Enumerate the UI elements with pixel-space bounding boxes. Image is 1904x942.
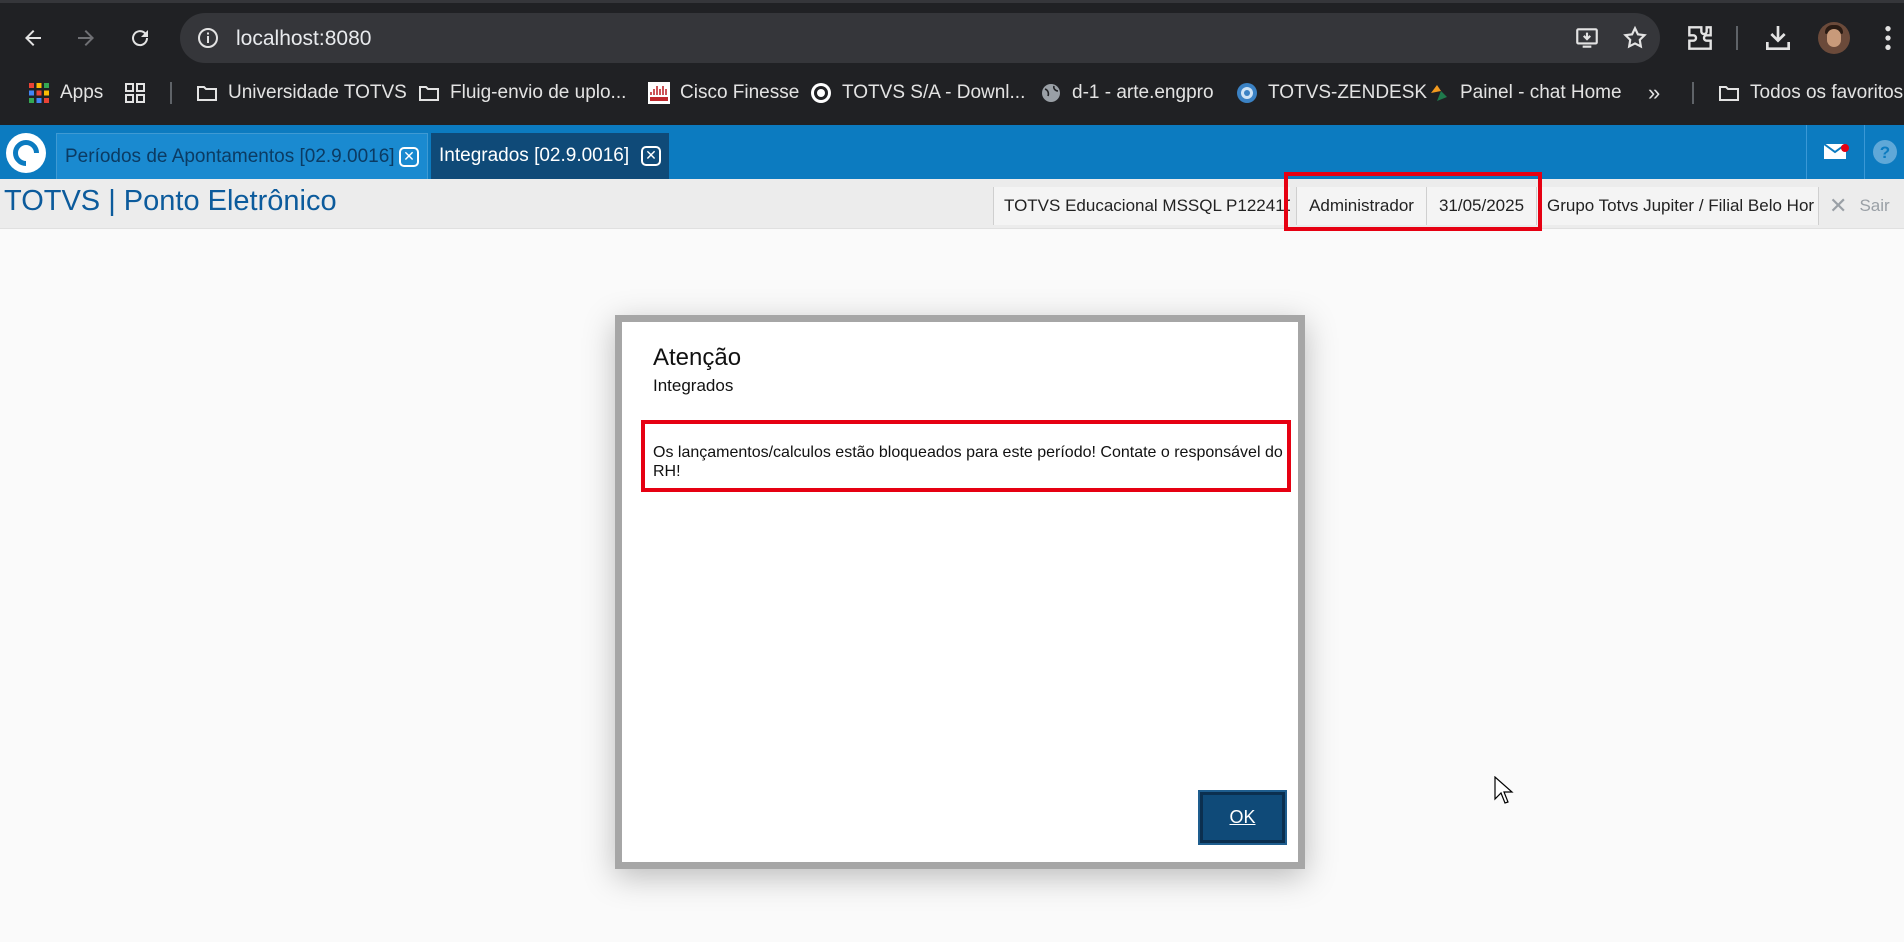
tab-integrados[interactable]: Integrados [02.9.0016] ✕: [431, 133, 669, 179]
tab-label: Integrados [02.9.0016]: [439, 145, 630, 166]
app-header: TOTVS | Ponto Eletrônico TOTVS Educacion…: [0, 179, 1904, 229]
tab-periodos-apontamentos[interactable]: Períodos de Apontamentos [02.9.0016] ✕: [56, 133, 428, 179]
forward-icon[interactable]: [70, 22, 102, 54]
bookmark-label: TOTVS S/A - Downl...: [842, 82, 1026, 103]
tab-groups-icon: [125, 83, 145, 103]
painel-icon: [1431, 85, 1447, 101]
browser-toolbar: localhost:8080 Apps Universidade TOTVS F…: [0, 0, 1904, 125]
totvs-icon: [811, 83, 831, 103]
close-tab-icon[interactable]: ✕: [399, 147, 419, 167]
tab-label: Períodos de Apontamentos [02.9.0016]: [65, 145, 395, 167]
help-button[interactable]: ?: [1864, 125, 1904, 179]
bookmark-fluig[interactable]: Fluig-envio de uplo...: [418, 76, 626, 110]
bookmark-painel-chat[interactable]: Painel - chat Home: [1428, 76, 1622, 110]
bookmark-arte-engpro[interactable]: d-1 - arte.engpro: [1040, 76, 1214, 110]
url-text[interactable]: localhost:8080: [236, 27, 371, 51]
page-title: TOTVS | Ponto Eletrônico: [4, 185, 337, 217]
bookmark-label: d-1 - arte.engpro: [1072, 82, 1214, 103]
toolbar-divider: [1736, 26, 1738, 50]
bookmark-totvs-zendesk[interactable]: TOTVS-ZENDESK: [1236, 76, 1427, 110]
all-bookmarks-folder[interactable]: Todos os favoritos: [1718, 76, 1903, 110]
bookmarks-bar: Apps Universidade TOTVS Fluig-envio de u…: [0, 76, 1904, 110]
bookmark-universidade-totvs[interactable]: Universidade TOTVS: [196, 76, 407, 110]
back-icon[interactable]: [17, 22, 49, 54]
svg-text:?: ?: [1879, 143, 1889, 162]
site-info-icon[interactable]: [196, 26, 220, 50]
bookmarks-divider: [170, 82, 172, 104]
apps-grid-icon: [29, 83, 49, 103]
bookmark-tab-groups[interactable]: [124, 76, 156, 110]
bookmark-star-icon[interactable]: [1622, 25, 1648, 51]
tabstrip-edge: [0, 0, 1904, 3]
bookmark-cisco-finesse[interactable]: Cisco Finesse: [648, 76, 799, 110]
ok-button[interactable]: OK: [1198, 790, 1287, 845]
mail-icon: [1822, 143, 1849, 159]
bookmark-label: Cisco Finesse: [680, 82, 800, 103]
logout-label: Sair: [1859, 196, 1890, 215]
totvs-logo-icon[interactable]: [6, 133, 46, 173]
dialog-subtitle: Integrados: [653, 376, 734, 395]
messages-button[interactable]: [1806, 125, 1864, 179]
highlight-user-date: [1284, 172, 1542, 231]
bookmark-label: Todos os favoritos: [1750, 82, 1904, 103]
dialog-message: Os lançamentos/calculos estão bloqueados…: [653, 444, 1283, 480]
logout-button[interactable]: ✕ Sair: [1818, 187, 1890, 225]
database-info[interactable]: TOTVS Educacional MSSQL P122410: [993, 187, 1290, 225]
install-app-icon[interactable]: [1574, 25, 1600, 51]
company-branch-info[interactable]: Grupo Totvs Jupiter / Filial Belo Hor: [1536, 187, 1818, 225]
reload-icon[interactable]: [124, 22, 156, 54]
bookmark-totvs-downloads[interactable]: TOTVS S/A - Downl...: [810, 76, 1025, 110]
close-icon: ✕: [1829, 193, 1848, 218]
globe-icon: [1042, 84, 1060, 102]
profile-avatar[interactable]: [1818, 22, 1850, 54]
chrome-menu-icon[interactable]: [1872, 22, 1904, 54]
close-tab-icon[interactable]: ✕: [641, 146, 661, 166]
folder-icon: [419, 86, 439, 101]
bookmark-label: Universidade TOTVS: [228, 82, 407, 103]
dialog-title: Atenção: [653, 344, 742, 371]
downloads-icon[interactable]: [1762, 22, 1794, 54]
bookmark-label: Fluig-envio de uplo...: [450, 82, 627, 103]
bookmark-label: Apps: [60, 82, 104, 103]
zendesk-icon: [1237, 83, 1257, 103]
mouse-cursor-icon: [1494, 776, 1514, 804]
app-tab-bar: Períodos de Apontamentos [02.9.0016] ✕ I…: [0, 125, 1904, 179]
extensions-icon[interactable]: [1684, 22, 1716, 54]
bookmark-apps[interactable]: Apps: [28, 76, 103, 110]
bookmark-label: Painel - chat Home: [1460, 82, 1622, 103]
more-bookmarks-button[interactable]: »: [1648, 76, 1660, 110]
folder-icon: [1719, 86, 1739, 101]
help-icon: ?: [1872, 140, 1897, 164]
bookmark-label: TOTVS-ZENDESK: [1268, 82, 1428, 103]
folder-icon: [197, 86, 217, 101]
attention-dialog: Atenção Integrados Os lançamentos/calcul…: [615, 315, 1305, 869]
cisco-icon: [648, 82, 670, 104]
address-bar[interactable]: localhost:8080: [180, 13, 1660, 63]
bookmarks-divider: [1692, 82, 1694, 104]
